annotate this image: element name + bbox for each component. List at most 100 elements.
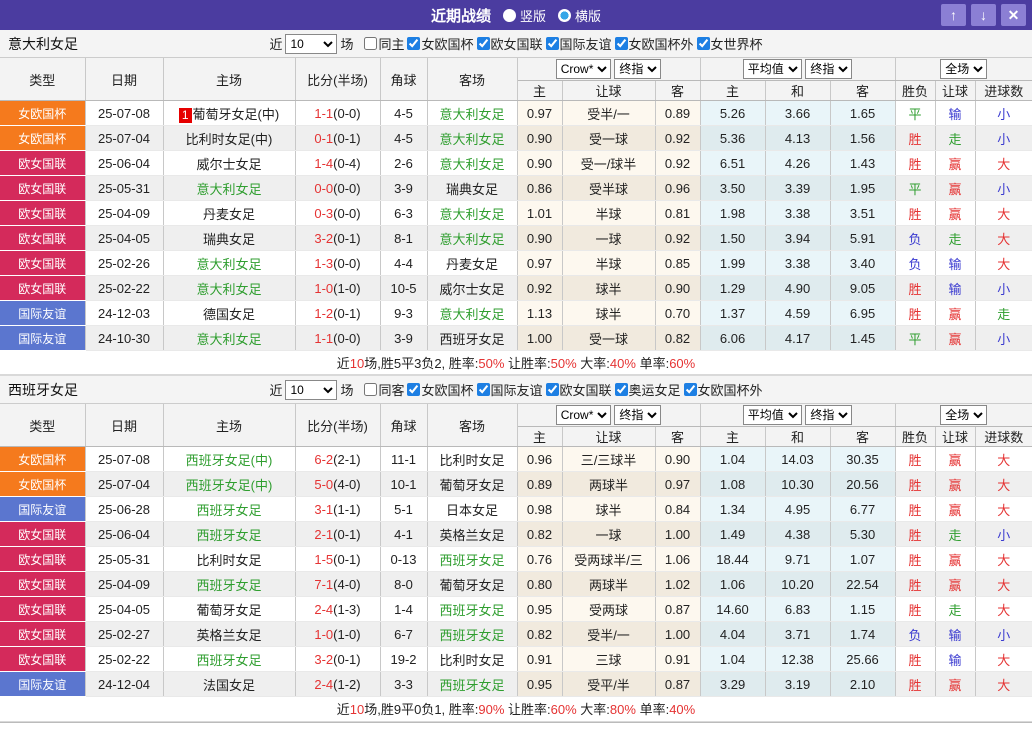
league-badge: 欧女国联	[0, 571, 86, 597]
league-badge: 国际友谊	[0, 300, 86, 326]
checkbox-label: 奥运女足	[628, 383, 681, 398]
odds-time-select[interactable]: 终指	[614, 59, 662, 79]
match-row: 国际友谊 24-12-04 法国女足 2-4(1-2) 3-3 西班牙女足 0.95 受平/半…	[0, 671, 1032, 697]
home-team: 法国女足	[163, 671, 296, 697]
checkbox-input[interactable]	[545, 383, 559, 396]
match-row: 女欧国杯 25-07-04 比利时女足(中) 0-1(0-1) 4-5 意大利女足 0.90…	[0, 125, 1032, 151]
corner-score: 4-5	[380, 100, 428, 126]
filter-checkbox[interactable]: 同主	[364, 34, 404, 53]
avg-source-select[interactable]: 平均值	[742, 59, 802, 79]
scope-select[interactable]: 全场	[940, 405, 988, 425]
filter-checkbox[interactable]: 国际友谊	[545, 34, 612, 53]
handicap: 受两球半/三	[562, 546, 656, 572]
match-row: 欧女国联 25-04-09 西班牙女足 7-1(4-0) 8-0 葡萄牙女足 0.80 两球半…	[0, 571, 1032, 597]
away-team: 西班牙女足	[427, 325, 518, 351]
checkbox-input[interactable]	[614, 383, 628, 396]
corner-score: 11-1	[380, 446, 428, 472]
odds-home: 0.90	[517, 150, 563, 176]
away-team: 丹麦女足	[427, 250, 518, 276]
away-team: 意大利女足	[427, 200, 518, 226]
handicap: 一球	[562, 225, 656, 251]
league-badge: 欧女国联	[0, 250, 86, 276]
filter-checkbox[interactable]: 女欧国杯	[407, 380, 474, 399]
filter-checkbox[interactable]: 女欧国杯外	[683, 380, 763, 399]
checkbox-input[interactable]	[683, 383, 697, 396]
col-odds-away: 客	[655, 426, 701, 447]
result-handicap: 输	[935, 100, 976, 126]
result-goals: 大	[975, 546, 1032, 572]
checkbox-input[interactable]	[476, 383, 490, 396]
recent-count-select[interactable]: 10	[285, 379, 338, 400]
avg-draw: 3.38	[765, 250, 831, 276]
move-up-button[interactable]: ↑	[941, 4, 966, 26]
col-corner: 角球	[380, 404, 428, 447]
avg-draw: 3.19	[765, 671, 831, 697]
league-badge: 欧女国联	[0, 546, 86, 572]
avg-draw: 3.94	[765, 225, 831, 251]
checkbox-label: 欧女国联	[559, 383, 612, 398]
checkbox-input[interactable]	[476, 37, 490, 50]
filter-checkbox[interactable]: 国际友谊	[476, 380, 543, 399]
result-handicap: 赢	[935, 325, 976, 351]
result-goals: 大	[975, 150, 1032, 176]
checkbox-input[interactable]	[696, 37, 710, 50]
filter-checkboxes: 同客 女欧国杯 国际友谊 欧女国联 奥运女足 女欧国杯外	[356, 380, 763, 399]
col-odds-home: 主	[517, 426, 563, 447]
corner-score: 9-3	[380, 300, 428, 326]
match-row: 国际友谊 24-12-03 德国女足 1-2(0-1) 9-3 意大利女足 1.13 球半 0.…	[0, 300, 1032, 326]
result-wdl: 胜	[895, 671, 936, 697]
odds-home: 0.86	[517, 175, 563, 201]
avg-draw: 10.20	[765, 571, 831, 597]
move-down-button[interactable]: ↓	[971, 4, 996, 26]
league-badge: 欧女国联	[0, 596, 86, 622]
col-corner: 角球	[380, 58, 428, 101]
layout-option-vertical[interactable]: 竖版	[502, 6, 546, 25]
result-wdl: 胜	[895, 275, 936, 301]
league-badge: 欧女国联	[0, 521, 86, 547]
filter-checkbox[interactable]: 女欧国杯	[407, 34, 474, 53]
filter-checkbox[interactable]: 欧女国联	[476, 34, 543, 53]
filter-checkbox[interactable]: 女世界杯	[696, 34, 763, 53]
avg-time-select[interactable]: 终指	[805, 59, 853, 79]
radio-vertical-icon[interactable]	[502, 8, 516, 22]
avg-draw: 3.38	[765, 200, 831, 226]
layout-option-horizontal[interactable]: 横版	[558, 6, 601, 25]
checkbox-input[interactable]	[364, 383, 378, 396]
checkbox-input[interactable]	[364, 37, 378, 50]
checkbox-input[interactable]	[407, 37, 421, 50]
avg-source-select[interactable]: 平均值	[742, 405, 802, 425]
filter-checkbox[interactable]: 奥运女足	[614, 380, 681, 399]
home-team: 英格兰女足	[163, 621, 296, 647]
league-badge: 欧女国联	[0, 621, 86, 647]
away-team: 葡萄牙女足	[427, 571, 518, 597]
titlebar: 近期战绩 竖版 横版 ↑ ↓ ✕	[0, 0, 1032, 30]
checkbox-input[interactable]	[407, 383, 421, 396]
filter-checkbox[interactable]: 欧女国联	[545, 380, 612, 399]
filter-checkbox[interactable]: 同客	[364, 380, 404, 399]
avg-away: 3.51	[830, 200, 896, 226]
avg-draw: 3.66	[765, 100, 831, 126]
filter-checkboxes: 同主 女欧国杯 欧女国联 国际友谊 女欧国杯外 女世界杯	[356, 34, 763, 53]
odds-away: 0.70	[655, 300, 701, 326]
close-button[interactable]: ✕	[1001, 4, 1026, 26]
result-goals: 小	[975, 275, 1032, 301]
odds-away: 0.92	[655, 150, 701, 176]
odds-away: 0.84	[655, 496, 701, 522]
odds-source-select[interactable]: Crow*	[555, 59, 611, 79]
avg-time-select[interactable]: 终指	[805, 405, 853, 425]
checkbox-input[interactable]	[545, 37, 559, 50]
avg-home: 3.50	[700, 175, 766, 201]
result-wdl: 胜	[895, 546, 936, 572]
odds-home: 0.95	[517, 671, 563, 697]
checkbox-input[interactable]	[614, 37, 628, 50]
radio-horizontal-icon[interactable]	[558, 8, 571, 22]
odds-source-select[interactable]: Crow*	[555, 405, 611, 425]
result-goals: 大	[975, 646, 1032, 672]
scope-select[interactable]: 全场	[940, 59, 988, 79]
result-wdl: 平	[895, 325, 936, 351]
corner-score: 6-7	[380, 621, 428, 647]
home-team: 意大利女足	[163, 275, 296, 301]
odds-time-select[interactable]: 终指	[614, 405, 662, 425]
recent-count-select[interactable]: 10	[285, 33, 338, 54]
filter-checkbox[interactable]: 女欧国杯外	[614, 34, 694, 53]
